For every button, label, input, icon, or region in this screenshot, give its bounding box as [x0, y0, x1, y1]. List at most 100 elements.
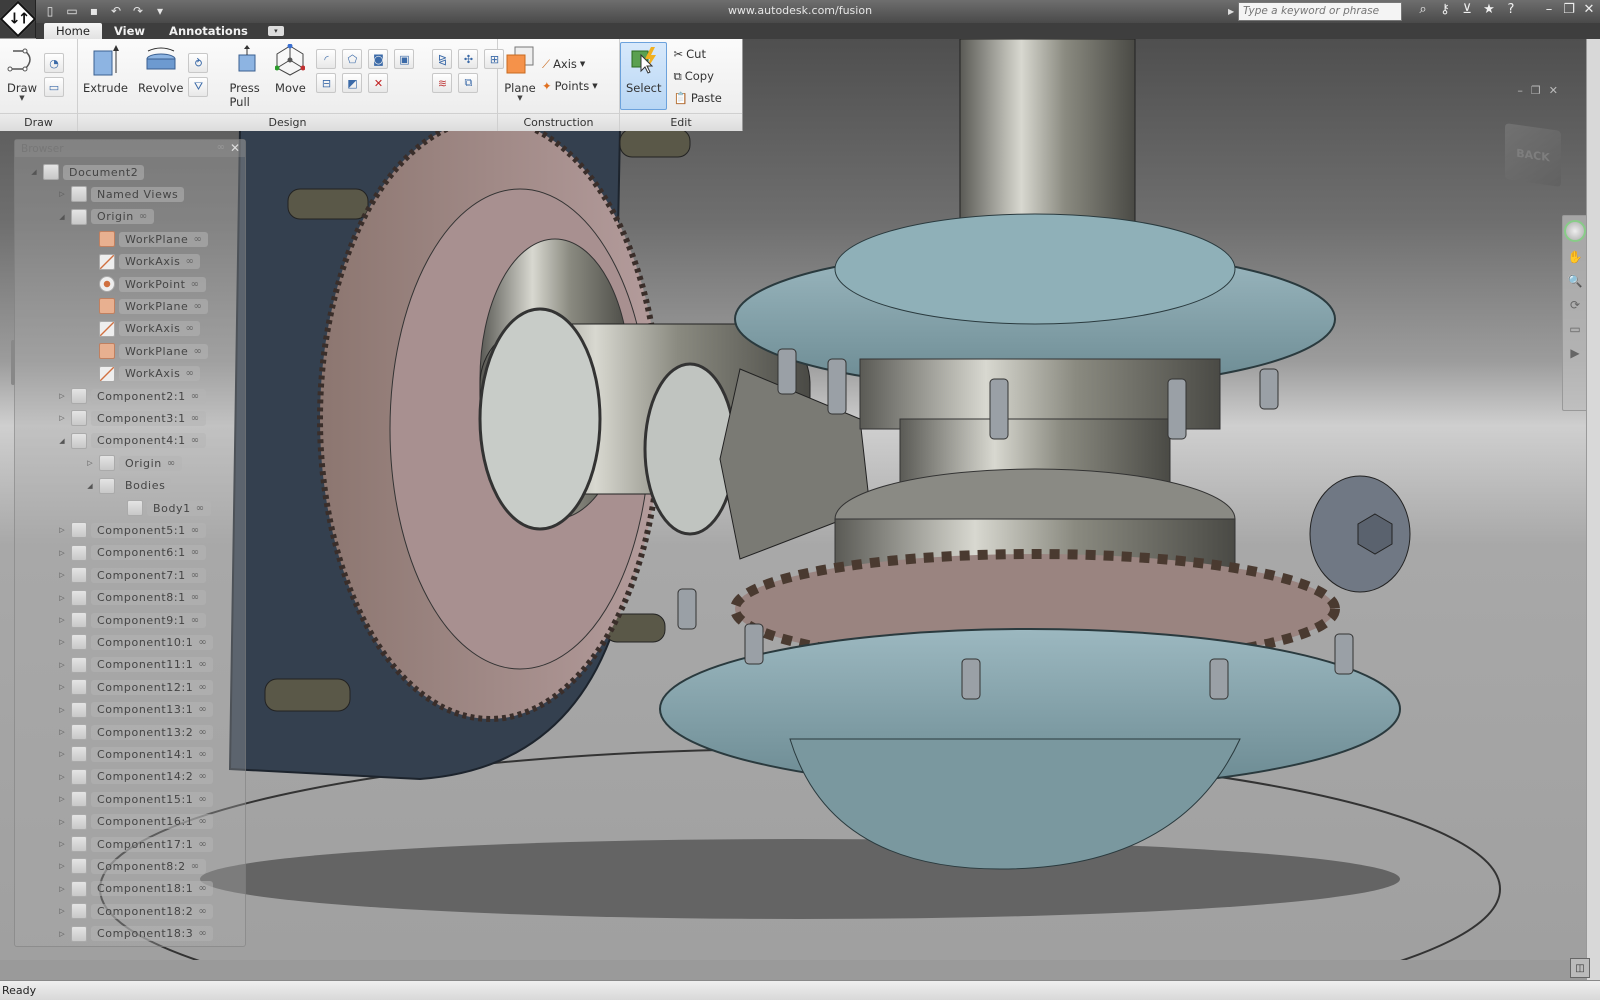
pan-hand-icon[interactable]: ✋ [1565, 248, 1585, 266]
minimize-button[interactable]: – [1542, 2, 1556, 17]
split-view-icon[interactable]: ◫ [1570, 958, 1590, 978]
tree-node-label[interactable]: Component4:1 ∞ [91, 433, 206, 449]
tree-node-label[interactable]: Component13:2 ∞ [91, 724, 214, 740]
close-button[interactable]: ✕ [1582, 2, 1596, 17]
satellite-icon[interactable]: ⊻ [1459, 2, 1475, 17]
tree-node-label[interactable]: Origin ∞ [119, 455, 182, 471]
visibility-glasses-icon[interactable]: ∞ [198, 839, 207, 850]
steering-wheel-icon[interactable] [1564, 220, 1586, 242]
visibility-glasses-icon[interactable]: ∞ [185, 323, 194, 334]
tree-node-label[interactable]: Component18:3 ∞ [91, 926, 214, 942]
show-motion-icon[interactable]: ▶ [1565, 344, 1585, 362]
visibility-glasses-icon[interactable]: ∞ [198, 771, 207, 782]
expand-arrow-icon[interactable]: ▷ [57, 526, 67, 534]
tree-node[interactable]: ▷ Component5:1 ∞ [57, 520, 206, 540]
tree-node-label[interactable]: WorkAxis ∞ [119, 254, 201, 270]
visibility-glasses-icon[interactable]: ∞ [191, 570, 200, 581]
tree-node[interactable]: ▷ Named Views [57, 184, 185, 204]
tree-node[interactable]: ▷ Component11:1 ∞ [57, 655, 214, 675]
visibility-glasses-icon[interactable]: ∞ [198, 928, 207, 939]
expand-arrow-icon[interactable]: ▷ [57, 728, 67, 736]
tree-node-label[interactable]: WorkAxis ∞ [119, 366, 201, 382]
tree-node-label[interactable]: Component2:1 ∞ [91, 388, 206, 404]
tree-node[interactable]: ▷ Component2:1 ∞ [57, 386, 206, 406]
axis-button[interactable]: ⟋ Axis ▼ [542, 53, 598, 75]
expand-arrow-icon[interactable]: ▷ [57, 661, 67, 669]
expand-arrow-icon[interactable]: ▷ [57, 616, 67, 624]
draw-button[interactable]: Draw ▼ [0, 43, 44, 102]
tree-node-label[interactable]: Component13:1 ∞ [91, 702, 214, 718]
help-icon[interactable]: ? [1503, 2, 1519, 17]
tree-node-label[interactable]: Component10:1 ∞ [91, 634, 214, 650]
tab-home[interactable]: Home [44, 23, 102, 39]
visibility-glasses-icon[interactable]: ∞ [193, 234, 202, 245]
tree-node[interactable]: ▷ Component12:1 ∞ [57, 677, 214, 697]
cut-button[interactable]: ✂ Cut [673, 43, 721, 65]
tree-node-label[interactable]: Component14:1 ∞ [91, 746, 214, 762]
visibility-glasses-icon[interactable]: ∞ [198, 883, 207, 894]
visibility-glasses-icon[interactable]: ∞ [191, 547, 200, 558]
key-icon[interactable]: ⚷ [1437, 2, 1453, 17]
expand-arrow-icon[interactable]: ▷ [57, 549, 67, 557]
visibility-glasses-icon[interactable]: ∞ [196, 503, 205, 514]
press-pull-button[interactable]: Press Pull [224, 43, 268, 109]
viewport-restore-button[interactable]: ❐ [1531, 84, 1541, 97]
visibility-glasses-icon[interactable]: ∞ [191, 391, 200, 402]
tree-node-label[interactable]: Component14:2 ∞ [91, 769, 214, 785]
restore-button[interactable]: ❐ [1562, 2, 1576, 17]
visibility-glasses-icon[interactable]: ∞ [198, 637, 207, 648]
tree-node-label[interactable]: Component11:1 ∞ [91, 657, 214, 673]
look-at-icon[interactable]: ▭ [1565, 320, 1585, 338]
tree-node[interactable]: WorkAxis ∞ [85, 252, 201, 272]
visibility-glasses-icon[interactable]: ∞ [217, 142, 225, 153]
tab-annotations[interactable]: Annotations [157, 23, 260, 39]
tree-node[interactable]: ◢ Component4:1 ∞ [57, 431, 206, 451]
plane-button[interactable]: Plane ▼ [498, 43, 542, 102]
tree-node[interactable]: ▷ Component17:1 ∞ [57, 834, 214, 854]
expand-arrow-icon[interactable]: ▷ [57, 750, 67, 758]
visibility-glasses-icon[interactable]: ∞ [198, 704, 207, 715]
autodesk-logo-icon[interactable]: ↓↑ [0, 0, 36, 38]
visibility-glasses-icon[interactable]: ∞ [139, 211, 148, 222]
visibility-glasses-icon[interactable]: ∞ [198, 659, 207, 670]
visibility-glasses-icon[interactable]: ∞ [198, 906, 207, 917]
tree-node[interactable]: ▷ Origin ∞ [85, 453, 182, 473]
tree-node[interactable]: WorkPlane ∞ [85, 296, 209, 316]
tree-node-label[interactable]: Component8:1 ∞ [91, 590, 206, 606]
tree-node[interactable]: ▷ Component8:2 ∞ [57, 856, 206, 876]
combine-icon[interactable]: ⧉ [458, 73, 479, 93]
visibility-glasses-icon[interactable]: ∞ [193, 346, 202, 357]
dropdown-arrow-icon[interactable]: ▼ [517, 95, 522, 102]
expand-arrow-icon[interactable]: ▷ [57, 795, 67, 803]
draft-icon[interactable]: ◩ [342, 73, 363, 93]
expand-arrow-icon[interactable]: ▷ [57, 683, 67, 691]
tree-node-label[interactable]: Origin ∞ [91, 209, 154, 225]
tree-node-label[interactable]: Component8:2 ∞ [91, 858, 206, 874]
rectangle-icon[interactable]: ▭ [44, 77, 64, 97]
expand-arrow-icon[interactable]: ▷ [57, 594, 67, 602]
search-expand-icon[interactable]: ▶ [1228, 7, 1238, 16]
tree-node[interactable]: WorkPoint ∞ [85, 274, 206, 294]
visibility-glasses-icon[interactable]: ∞ [191, 279, 200, 290]
expand-arrow-icon[interactable]: ▷ [57, 392, 67, 400]
select-button[interactable]: Select [620, 42, 668, 110]
circular-pattern-icon[interactable]: ✣ [458, 49, 479, 69]
fillet-icon[interactable]: ◜ [316, 49, 337, 69]
circle-icon[interactable]: ◔ [44, 53, 64, 73]
tree-node-label[interactable]: Component5:1 ∞ [91, 522, 206, 538]
move-button[interactable]: Move [268, 43, 312, 95]
tree-node[interactable]: ◢ Bodies [85, 476, 172, 496]
browser-scrollbar[interactable] [11, 340, 15, 385]
search-input[interactable] [1238, 1, 1402, 21]
ribbon-minimize-icon[interactable]: ▾ [267, 26, 284, 36]
expand-arrow-icon[interactable]: ▷ [57, 190, 67, 198]
tree-node[interactable]: ▷ Component18:1 ∞ [57, 879, 214, 899]
visibility-glasses-icon[interactable]: ∞ [191, 413, 200, 424]
tree-node-label[interactable]: Component16:1 ∞ [91, 814, 214, 830]
orbit-icon[interactable]: ⟳ [1565, 296, 1585, 314]
viewport-close-button[interactable]: ✕ [1549, 84, 1558, 97]
tree-node-label[interactable]: Document2 [63, 164, 145, 180]
visibility-glasses-icon[interactable]: ∞ [191, 615, 200, 626]
tree-node[interactable]: ▷ Component7:1 ∞ [57, 565, 206, 585]
tree-node-label[interactable]: Bodies [119, 478, 172, 494]
